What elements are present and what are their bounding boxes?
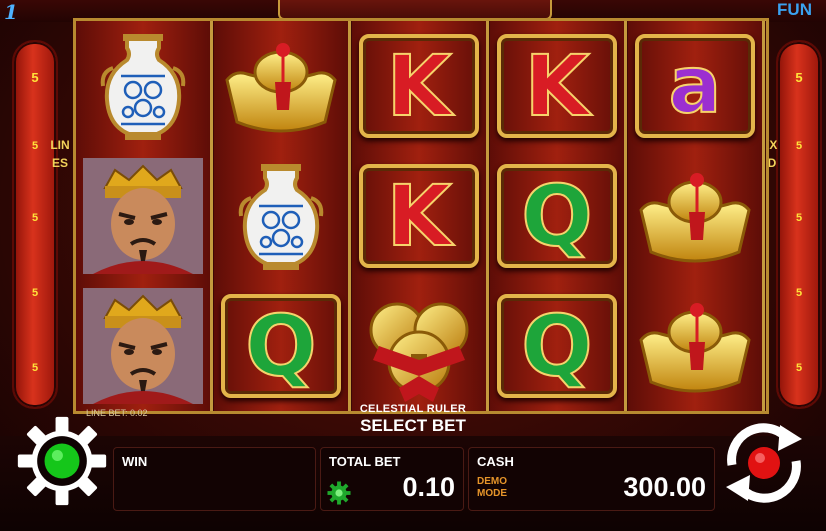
reel-symbol bbox=[630, 154, 760, 278]
letter-k-symbol: K bbox=[359, 34, 479, 138]
settings-gear-icon[interactable] bbox=[16, 415, 108, 507]
payline-number: 5 bbox=[795, 212, 803, 224]
payline-number: 5 bbox=[795, 70, 803, 85]
cash-panel: CASH DEMO MODE 300.00 bbox=[468, 447, 715, 511]
bet-settings-gear-icon[interactable] bbox=[327, 481, 351, 505]
letter-a-symbol: a bbox=[635, 34, 755, 138]
reel-symbol bbox=[216, 24, 346, 148]
payline-number: 5 bbox=[31, 70, 39, 85]
payline-number: 5 bbox=[795, 287, 803, 299]
demo-mode-label: DEMO MODE bbox=[477, 476, 507, 499]
lines-label: LINES bbox=[50, 138, 70, 170]
payline-number: 5 bbox=[795, 140, 803, 152]
game-title: CELESTIAL RULER bbox=[359, 403, 467, 415]
left-paylines-panel: 5 5 5 5 5 bbox=[12, 40, 58, 409]
reel-symbol bbox=[216, 154, 346, 278]
reel-column: a bbox=[628, 21, 765, 411]
payline-number: 5 bbox=[31, 287, 39, 299]
reel-symbol: Q bbox=[216, 284, 346, 408]
payline-number: 5 bbox=[31, 362, 39, 374]
reel-symbol: K bbox=[354, 154, 484, 278]
vase-symbol-icon bbox=[238, 164, 324, 270]
total-bet-label: TOTAL BET bbox=[329, 454, 401, 469]
cash-label: CASH bbox=[477, 454, 514, 469]
emperor-symbol-icon bbox=[83, 288, 203, 404]
reel-symbol: a bbox=[630, 24, 760, 148]
payline-number: 5 bbox=[795, 362, 803, 374]
right-paylines-panel: 5 5 5 5 5 bbox=[776, 40, 822, 409]
reel-symbol: Q bbox=[492, 284, 622, 408]
reel-column: KK bbox=[352, 21, 489, 411]
total-bet-panel: TOTAL BET 0.10 bbox=[320, 447, 464, 511]
reel-symbol bbox=[78, 284, 208, 408]
vase-symbol-icon bbox=[100, 34, 186, 140]
total-bet-value: 0.10 bbox=[402, 472, 455, 502]
reel-symbol: K bbox=[354, 24, 484, 148]
reel-symbol: Q bbox=[492, 154, 622, 278]
reel-symbol bbox=[354, 284, 484, 408]
select-bet-button[interactable]: SELECT BET bbox=[300, 416, 526, 436]
fun-mode-label: FUN bbox=[777, 0, 812, 19]
reel-symbol bbox=[78, 24, 208, 148]
gold-ingot-symbol-icon bbox=[225, 43, 337, 133]
spin-button[interactable] bbox=[714, 413, 814, 513]
letter-q-symbol: Q bbox=[221, 294, 341, 398]
reel-column: KQQ bbox=[490, 21, 627, 411]
payline-number: 5 bbox=[31, 212, 39, 224]
reel-symbol bbox=[630, 284, 760, 408]
reel-symbol: K bbox=[492, 24, 622, 148]
cash-value: 300.00 bbox=[623, 472, 706, 502]
letter-q-symbol: Q bbox=[497, 294, 617, 398]
letter-k-symbol: K bbox=[359, 164, 479, 268]
reel-column: Q bbox=[214, 21, 351, 411]
letter-q-symbol: Q bbox=[497, 164, 617, 268]
spin-center-icon bbox=[748, 447, 780, 479]
letter-k-symbol: K bbox=[497, 34, 617, 138]
reel-grid: QKKKQQa bbox=[73, 18, 769, 414]
game-logo-frame bbox=[278, 0, 552, 20]
win-label: WIN bbox=[122, 454, 148, 469]
reel-symbol bbox=[78, 154, 208, 278]
slot-game-screen: 1 FUN 5 5 5 5 5 LINES 5 5 5 5 5 FIXED QK… bbox=[0, 0, 826, 531]
win-panel: WIN bbox=[113, 447, 316, 511]
gold-coins-symbol-icon bbox=[369, 302, 469, 402]
gold-ingot-symbol-icon bbox=[639, 173, 751, 263]
reel-column bbox=[76, 21, 213, 411]
brand-logo: 1 bbox=[4, 0, 18, 24]
gold-ingot-symbol-icon bbox=[639, 303, 751, 393]
emperor-symbol-icon bbox=[83, 158, 203, 274]
